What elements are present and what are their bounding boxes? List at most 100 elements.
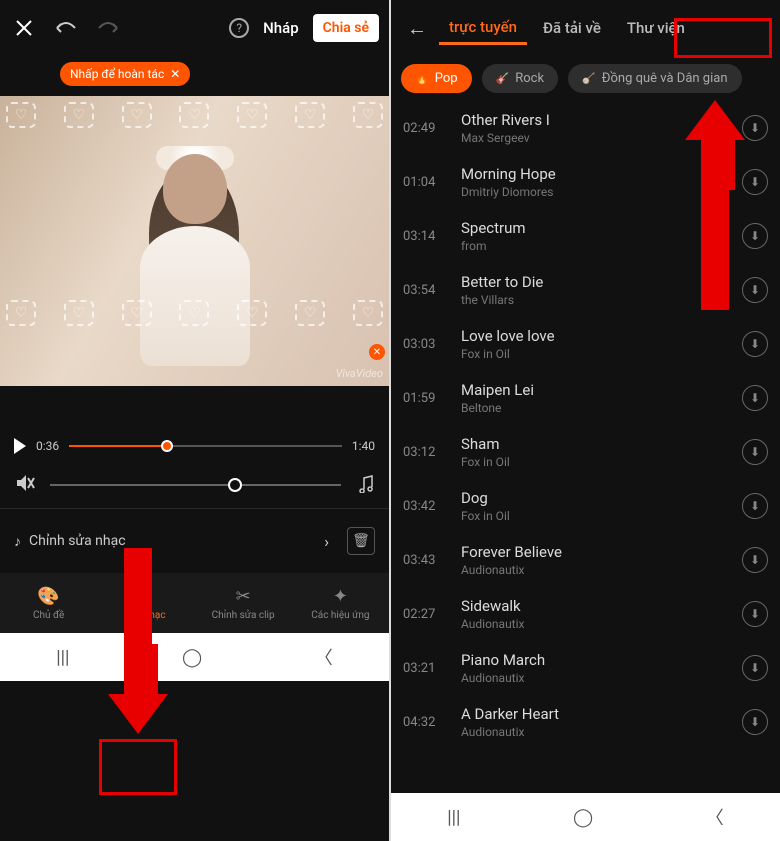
- tab-online[interactable]: trực tuyến: [439, 12, 527, 45]
- watermark-label: VivaVideo: [336, 367, 383, 380]
- song-duration: 02:49: [403, 121, 447, 136]
- undo-hint-close-icon[interactable]: ✕: [170, 67, 180, 81]
- song-row[interactable]: 03:14 Spectrum from ⬇: [391, 209, 780, 263]
- song-row[interactable]: 03:43 Forever Believe Audionautix ⬇: [391, 533, 780, 587]
- help-icon[interactable]: ?: [229, 18, 249, 38]
- download-icon[interactable]: ⬇: [742, 385, 768, 411]
- nav-effect[interactable]: ✦ Các hiệu ứng: [292, 573, 389, 633]
- playback-row: 0:36 1:40: [0, 426, 389, 466]
- heart-sticker[interactable]: ♡: [122, 300, 152, 326]
- chip-rock[interactable]: 🎸 Rock: [482, 64, 559, 93]
- nav-theme[interactable]: 🎨 Chủ đề: [0, 573, 97, 633]
- editor-screen: ? Nháp Chia sẻ Nhấp để hoàn tác ✕ ♡ ♡ ♡ …: [0, 0, 389, 841]
- download-icon[interactable]: ⬇: [742, 547, 768, 573]
- download-icon[interactable]: ⬇: [742, 169, 768, 195]
- download-icon[interactable]: ⬇: [742, 601, 768, 627]
- nav-clip[interactable]: ✂ Chỉnh sửa clip: [195, 573, 292, 633]
- song-row[interactable]: 02:27 Sidewalk Audionautix ⬇: [391, 587, 780, 641]
- heart-sticker[interactable]: ♡: [179, 300, 209, 326]
- volume-handle[interactable]: [228, 478, 242, 492]
- redo-icon[interactable]: [94, 14, 122, 42]
- song-title: Love love love: [461, 327, 728, 345]
- seek-bar[interactable]: [69, 445, 342, 447]
- heart-sticker[interactable]: ♡: [6, 102, 36, 128]
- song-row[interactable]: 04:32 A Darker Heart Audionautix ⬇: [391, 695, 780, 749]
- volume-bar[interactable]: [50, 484, 341, 486]
- play-icon[interactable]: [14, 438, 26, 454]
- song-duration: 01:04: [403, 175, 447, 190]
- system-nav: ||| ◯ 〈: [0, 633, 389, 681]
- song-row[interactable]: 02:49 Other Rivers I Max Sergeev ⬇: [391, 101, 780, 155]
- mute-icon[interactable]: [14, 472, 36, 498]
- song-row[interactable]: 01:59 Maipen Lei Beltone ⬇: [391, 371, 780, 425]
- tab-downloaded[interactable]: Đã tải về: [533, 13, 611, 43]
- download-icon[interactable]: ⬇: [742, 277, 768, 303]
- song-artist: Beltone: [461, 401, 728, 415]
- heart-sticker[interactable]: ♡: [64, 300, 94, 326]
- music-icon[interactable]: [355, 473, 375, 497]
- song-row[interactable]: 03:03 Love love love Fox in Oil ⬇: [391, 317, 780, 371]
- video-preview[interactable]: ♡ ♡ ♡ ♡ ♡ ♡ ♡ ♡ ♡ ♡ ♡ ♡ ♡ ♡ ✕ VivaVideo: [0, 96, 389, 386]
- edit-music-row[interactable]: ♪ Chỉnh sửa nhạc › 🗑: [0, 508, 389, 573]
- home-button[interactable]: ◯: [182, 647, 202, 668]
- tab-library[interactable]: Thư viện: [617, 13, 695, 43]
- close-icon[interactable]: [10, 14, 38, 42]
- flame-icon: 🔥: [415, 72, 429, 85]
- back-button[interactable]: 〈: [315, 644, 333, 670]
- heart-sticker[interactable]: ♡: [353, 102, 383, 128]
- song-title: Other Rivers I: [461, 111, 728, 129]
- download-icon[interactable]: ⬇: [742, 655, 768, 681]
- song-row[interactable]: 03:54 Better to Die the Villars ⬇: [391, 263, 780, 317]
- chip-pop[interactable]: 🔥 Pop: [401, 64, 472, 93]
- heart-sticker[interactable]: ♡: [237, 300, 267, 326]
- song-row[interactable]: 03:42 Dog Fox in Oil ⬇: [391, 479, 780, 533]
- song-row[interactable]: 01:04 Morning Hope Dmitriy Diomores ⬇: [391, 155, 780, 209]
- heart-sticker[interactable]: ♡: [295, 300, 325, 326]
- download-icon[interactable]: ⬇: [742, 709, 768, 735]
- song-title: Sham: [461, 435, 728, 453]
- recents-button[interactable]: |||: [447, 807, 460, 828]
- seek-handle[interactable]: [161, 440, 173, 452]
- heart-sticker[interactable]: ♡: [237, 102, 267, 128]
- heart-sticker[interactable]: ♡: [295, 102, 325, 128]
- nav-music[interactable]: ♫ Âm nhạc: [97, 573, 194, 633]
- heart-sticker[interactable]: ♡: [6, 300, 36, 326]
- share-button[interactable]: Chia sẻ: [313, 14, 379, 42]
- undo-hint-pill[interactable]: Nhấp để hoàn tác ✕: [60, 62, 190, 86]
- download-icon[interactable]: ⬇: [742, 223, 768, 249]
- song-row[interactable]: 03:12 Sham Fox in Oil ⬇: [391, 425, 780, 479]
- song-row[interactable]: 03:21 Piano March Audionautix ⬇: [391, 641, 780, 695]
- song-artist: Fox in Oil: [461, 347, 728, 361]
- heart-sticker[interactable]: ♡: [64, 102, 94, 128]
- song-title: Maipen Lei: [461, 381, 728, 399]
- undo-hint-label: Nhấp để hoàn tác: [70, 67, 164, 81]
- download-icon[interactable]: ⬇: [742, 439, 768, 465]
- song-artist: Max Sergeev: [461, 131, 728, 145]
- heart-sticker[interactable]: ♡: [179, 102, 209, 128]
- song-duration: 03:54: [403, 283, 447, 298]
- editor-top-bar: ? Nháp Chia sẻ: [0, 0, 389, 56]
- remove-watermark-icon[interactable]: ✕: [369, 344, 385, 360]
- recents-button[interactable]: |||: [56, 647, 69, 668]
- home-button[interactable]: ◯: [573, 807, 593, 828]
- heart-sticker[interactable]: ♡: [353, 300, 383, 326]
- back-button[interactable]: 〈: [706, 804, 724, 830]
- song-artist: Audionautix: [461, 671, 728, 685]
- chip-country[interactable]: 🪕 Đồng quê và Dân gian: [568, 64, 741, 93]
- nav-clip-label: Chỉnh sửa clip: [212, 610, 275, 621]
- note-icon: ♪: [14, 533, 21, 550]
- chevron-right-icon: ›: [314, 532, 339, 551]
- back-icon[interactable]: ←: [401, 16, 433, 41]
- song-title: A Darker Heart: [461, 705, 728, 723]
- draft-button[interactable]: Nháp: [263, 19, 299, 37]
- song-list[interactable]: 02:49 Other Rivers I Max Sergeev ⬇ 01:04…: [391, 101, 780, 793]
- download-icon[interactable]: ⬇: [742, 331, 768, 357]
- heart-sticker[interactable]: ♡: [122, 102, 152, 128]
- download-icon[interactable]: ⬇: [742, 115, 768, 141]
- delete-music-icon[interactable]: 🗑: [347, 527, 375, 555]
- chip-pop-label: Pop: [435, 71, 458, 86]
- undo-icon[interactable]: [52, 14, 80, 42]
- song-title: Better to Die: [461, 273, 728, 291]
- download-icon[interactable]: ⬇: [742, 493, 768, 519]
- song-duration: 01:59: [403, 391, 447, 406]
